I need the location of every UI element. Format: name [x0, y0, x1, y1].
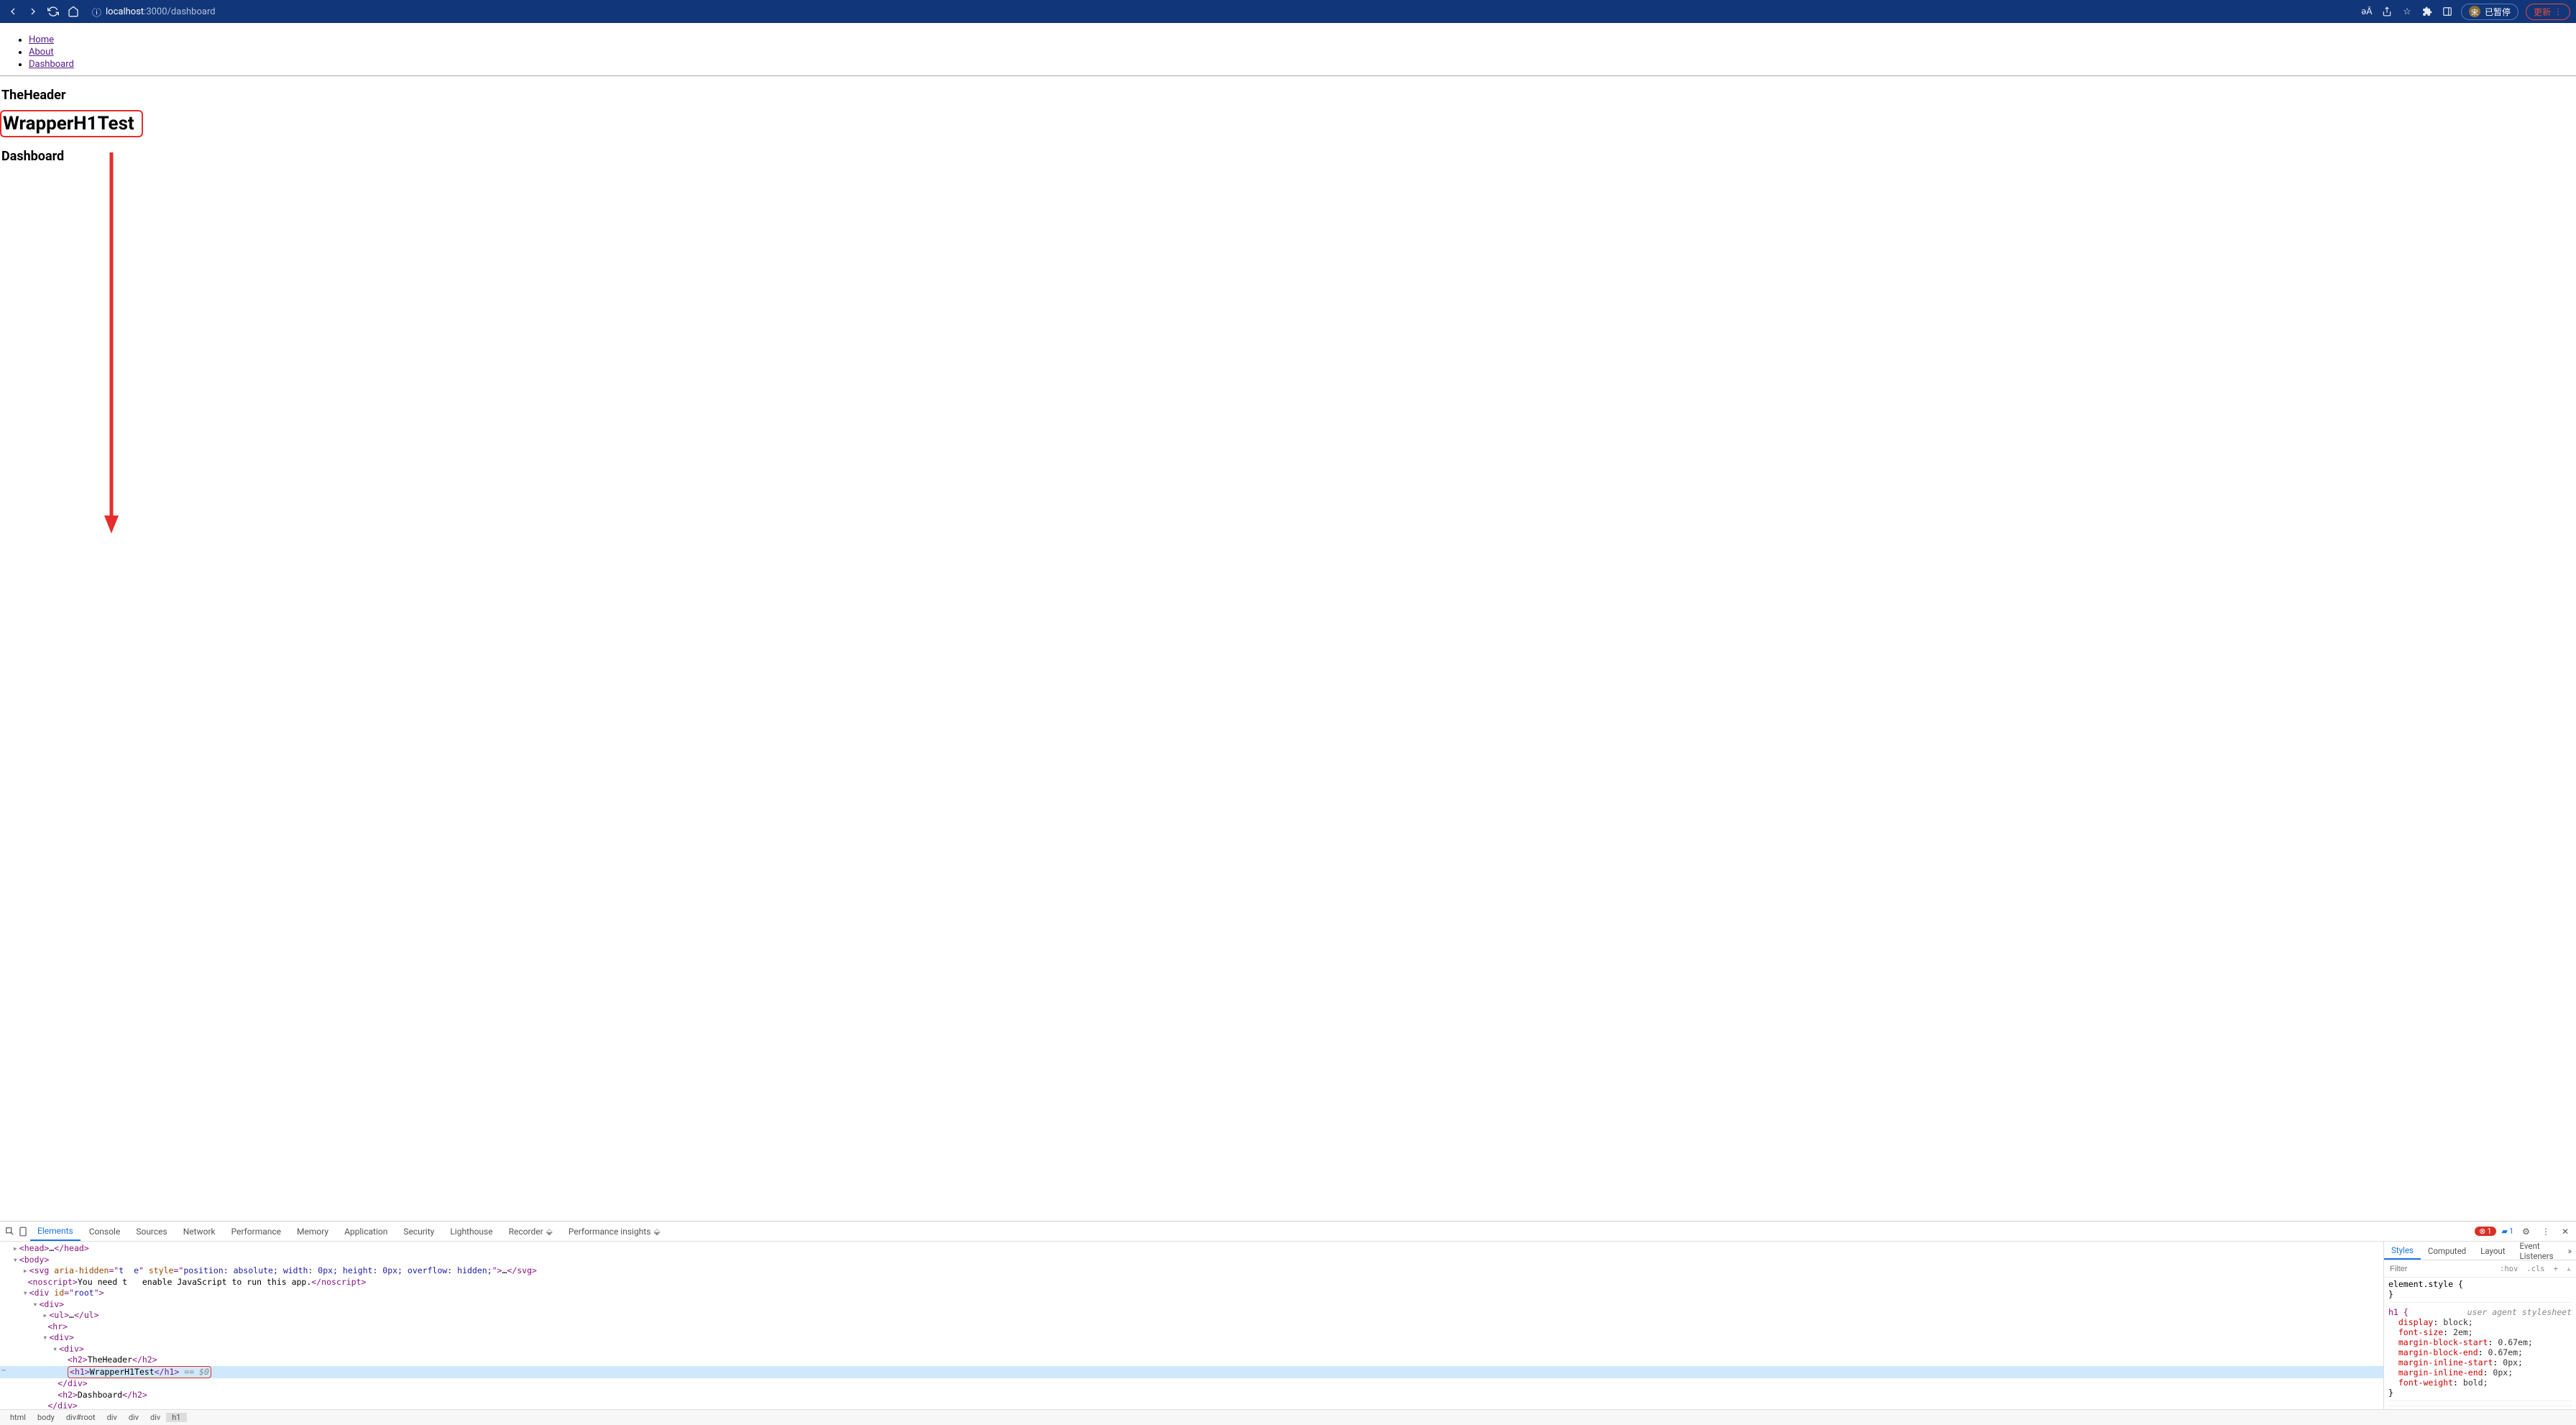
heading-theheader: TheHeader — [1, 88, 2576, 103]
tab-console[interactable]: Console — [82, 1222, 128, 1241]
home-button[interactable] — [66, 4, 80, 19]
nav-item-dashboard: Dashboard — [29, 59, 2576, 70]
back-button[interactable] — [6, 4, 20, 19]
reload-button[interactable] — [46, 4, 60, 19]
update-badge[interactable]: 更新 ⋮ — [2526, 4, 2570, 20]
styles-panel: Styles Computed Layout Event Listeners »… — [2383, 1242, 2576, 1409]
heading-wrapperh1test: WrapperH1Test — [3, 113, 134, 134]
issue-count-badge[interactable]: ▰ 1 — [2502, 1227, 2514, 1236]
address-bar[interactable]: ⓘ localhost:3000/dashboard — [86, 5, 2355, 19]
styles-filter-row: :hov .cls + ⫠ ▣ — [2384, 1260, 2576, 1278]
styles-filter-input[interactable] — [2388, 1264, 2493, 1274]
styles-more-icon[interactable]: » — [2564, 1246, 2576, 1256]
nav-item-about: About — [29, 47, 2576, 58]
devtools-panel: Elements Console Sources Network Perform… — [0, 1221, 2576, 1409]
crumb-root[interactable]: div#root — [60, 1413, 101, 1422]
tab-recorder[interactable]: Recorder ⬙ — [502, 1222, 560, 1241]
tab-memory[interactable]: Memory — [290, 1222, 336, 1241]
cls-toggle[interactable]: .cls — [2524, 1265, 2547, 1273]
styles-tab-computed[interactable]: Computed — [2421, 1242, 2473, 1260]
devtools-tabbar: Elements Console Sources Network Perform… — [0, 1222, 2576, 1242]
translate-icon[interactable]: əĀ — [2360, 5, 2373, 18]
tab-sources[interactable]: Sources — [129, 1222, 174, 1241]
styles-tab-styles[interactable]: Styles — [2384, 1242, 2421, 1260]
sidepanel-icon[interactable] — [2441, 5, 2454, 18]
settings-icon[interactable]: ⚙ — [2519, 1227, 2533, 1237]
divider — [0, 75, 2576, 76]
selected-dom-node[interactable]: ⋯ <h1>WrapperH1Test</h1> == $0 — [0, 1366, 2383, 1379]
more-icon[interactable]: ⋮ — [2539, 1227, 2553, 1237]
device-toggle-icon[interactable] — [17, 1226, 29, 1237]
crumb-body[interactable]: body — [32, 1413, 60, 1422]
crumb-div2[interactable]: div — [123, 1413, 144, 1422]
url-text: localhost:3000/dashboard — [106, 6, 216, 17]
share-icon[interactable] — [2380, 5, 2393, 18]
inspected-element-highlight: WrapperH1Test — [0, 110, 143, 137]
tab-security[interactable]: Security — [396, 1222, 441, 1241]
forward-button[interactable] — [26, 4, 40, 19]
nav-link-about[interactable]: About — [29, 47, 54, 58]
crumb-div1[interactable]: div — [101, 1413, 123, 1422]
elements-tree[interactable]: <head>…</head> <body> <svg aria-hidden="… — [0, 1242, 2383, 1409]
tab-elements[interactable]: Elements — [30, 1222, 80, 1241]
styles-tab-layout[interactable]: Layout — [2473, 1242, 2512, 1260]
dom-breadcrumb: html body div#root div div div h1 — [0, 1409, 2576, 1425]
annotation-arrow — [101, 152, 122, 541]
nav-link-home[interactable]: Home — [29, 35, 54, 45]
new-rule-icon[interactable]: + — [2552, 1265, 2560, 1273]
error-count-badge[interactable]: ⊗ 1 — [2475, 1227, 2496, 1236]
inspect-icon[interactable] — [4, 1226, 16, 1237]
nav-link-dashboard[interactable]: Dashboard — [29, 59, 74, 70]
crumb-h1[interactable]: h1 — [166, 1413, 186, 1422]
styles-tab-eventlisteners[interactable]: Event Listeners — [2513, 1242, 2564, 1260]
hov-toggle[interactable]: :hov — [2498, 1265, 2520, 1273]
avatar-icon: 宋 — [2469, 6, 2480, 17]
paused-label: 已暂停 — [2485, 6, 2511, 18]
styles-rules[interactable]: element.style { } h1 {user agent stylesh… — [2384, 1278, 2576, 1409]
tab-lighthouse[interactable]: Lighthouse — [443, 1222, 500, 1241]
tab-network[interactable]: Network — [176, 1222, 223, 1241]
toolbar-right: əĀ ☆ 宋 已暂停 更新 ⋮ — [2360, 4, 2570, 20]
nav-item-home: Home — [29, 35, 2576, 45]
nav-list: Home About Dashboard — [0, 35, 2576, 70]
crumb-html[interactable]: html — [4, 1413, 32, 1422]
tab-performance-insights[interactable]: Performance insights ⬙ — [561, 1222, 668, 1241]
bookmark-icon[interactable]: ☆ — [2401, 5, 2414, 18]
tab-application[interactable]: Application — [337, 1222, 395, 1241]
site-info-icon[interactable]: ⓘ — [92, 5, 101, 19]
close-devtools-icon[interactable]: ✕ — [2559, 1227, 2572, 1237]
heading-dashboard: Dashboard — [1, 149, 2576, 164]
page-viewport: Home About Dashboard TheHeader WrapperH1… — [0, 23, 2576, 1221]
crumb-div3[interactable]: div — [144, 1413, 166, 1422]
styles-tabbar: Styles Computed Layout Event Listeners » — [2384, 1242, 2576, 1260]
browser-toolbar: ⓘ localhost:3000/dashboard əĀ ☆ 宋 已暂停 更新… — [0, 0, 2576, 23]
tab-performance[interactable]: Performance — [224, 1222, 288, 1241]
computed-toggle-icon[interactable]: ⫠ — [2564, 1264, 2573, 1273]
extensions-icon[interactable] — [2421, 5, 2434, 18]
profile-paused-badge[interactable]: 宋 已暂停 — [2461, 4, 2518, 20]
